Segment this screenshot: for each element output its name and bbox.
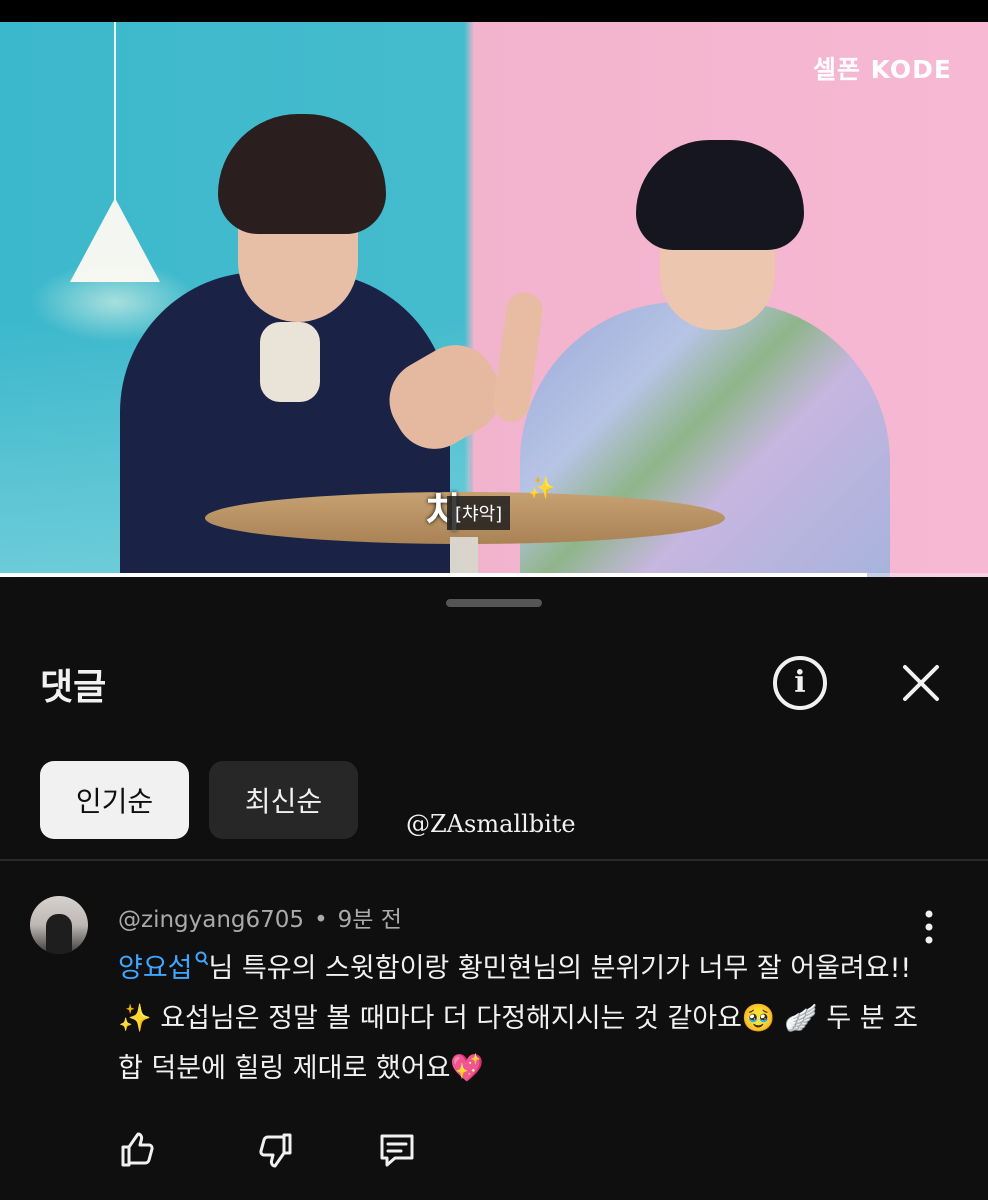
- person-right-hair: [636, 140, 804, 250]
- comment-text: 님 특유의 스윗함이랑 황민현님의 분위기가 너무 잘 어울려요!! ✨ 요섭님…: [118, 953, 919, 1084]
- video-player[interactable]: 셀폰 KODE 차 [챠악] ✨: [0, 22, 988, 577]
- avatar[interactable]: [30, 896, 88, 954]
- meta-separator: •: [314, 907, 328, 933]
- divider: [0, 859, 988, 861]
- comment-author[interactable]: @zingyang6705: [118, 907, 304, 933]
- mention-link[interactable]: 양요섭: [118, 953, 193, 984]
- watermark: @ZAsmallbite: [406, 810, 576, 838]
- info-button[interactable]: i: [773, 656, 827, 710]
- person-left-hair: [218, 114, 386, 234]
- sheet-drag-handle[interactable]: [446, 599, 542, 607]
- sparkle-icon: ✨: [528, 476, 556, 501]
- search-icon: [195, 951, 208, 965]
- top-status-strip: [0, 0, 988, 22]
- subtitle-caption: [챠악]: [447, 496, 511, 530]
- comment-body: 양요섭 님 특유의 스윗함이랑 황민현님의 분위기가 너무 잘 어울려요!! ✨ …: [118, 944, 938, 1094]
- comments-sheet: [0, 577, 988, 1200]
- sort-chip-latest[interactable]: 최신순: [209, 761, 358, 839]
- dislike-icon[interactable]: [256, 1130, 296, 1170]
- like-icon[interactable]: [117, 1130, 157, 1170]
- more-options-icon[interactable]: [917, 908, 941, 946]
- comments-title: 댓글: [40, 667, 107, 708]
- comment-meta: @zingyang6705 • 9분 전: [118, 900, 402, 934]
- table-leg: [450, 537, 478, 577]
- avatar-figure: [46, 914, 72, 954]
- comment-time: 9분 전: [337, 907, 402, 933]
- info-icon: i: [794, 665, 806, 700]
- close-icon[interactable]: [896, 658, 946, 708]
- sort-chip-popular[interactable]: 인기순: [40, 761, 189, 839]
- channel-logo: 셀폰 KODE: [812, 55, 952, 84]
- person-left-shirt: [260, 322, 320, 402]
- lamp-cord: [114, 22, 116, 200]
- reply-icon[interactable]: [377, 1130, 417, 1170]
